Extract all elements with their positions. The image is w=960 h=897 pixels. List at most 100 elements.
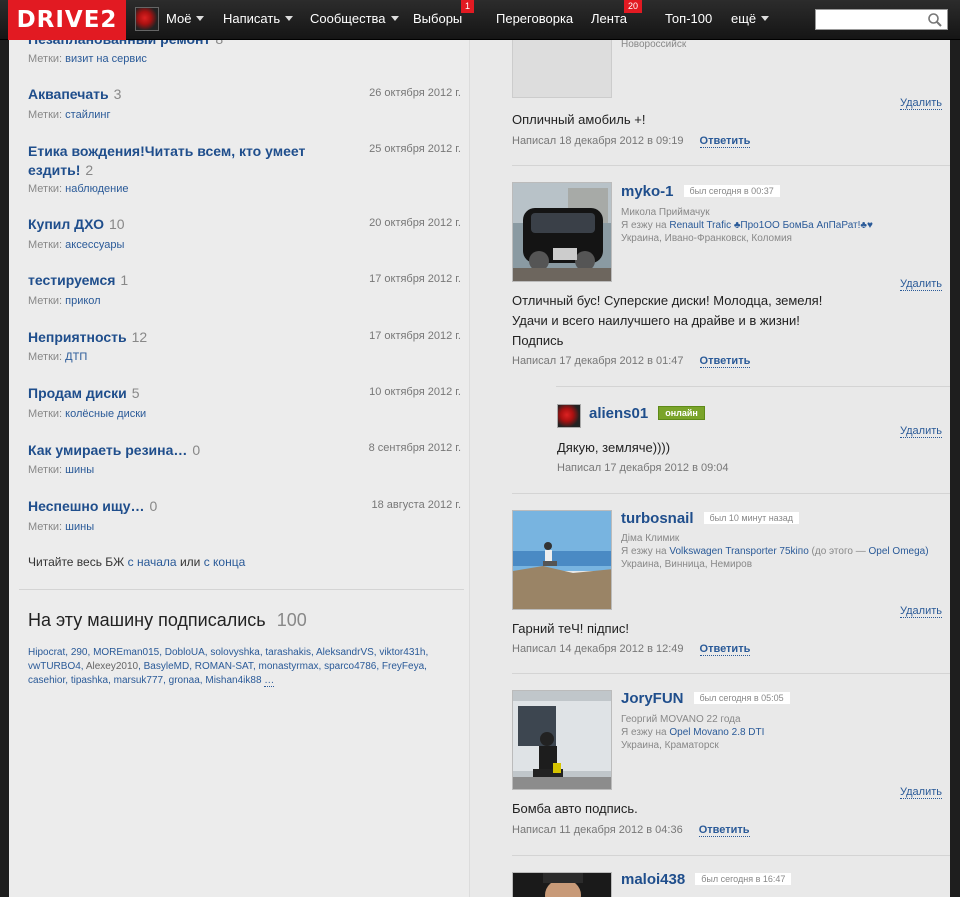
nav-more[interactable]: ещё bbox=[731, 0, 770, 40]
blog-post-title-text[interactable]: тестируемся bbox=[28, 272, 115, 288]
more-subscribers-link[interactable]: … bbox=[264, 675, 275, 687]
blog-post-title[interactable]: Неспешно ищу… 0 bbox=[28, 497, 338, 516]
subscriber-link[interactable]: sparco4786 bbox=[324, 661, 376, 672]
blog-post-title[interactable]: Купил ДХО 10 bbox=[28, 215, 338, 234]
nav-top100[interactable]: Топ-100 bbox=[665, 0, 712, 40]
subscriber-link[interactable]: solovyshka bbox=[210, 647, 259, 658]
blog-post-date: 25 октября 2012 г. bbox=[369, 143, 461, 155]
chevron-down-icon bbox=[285, 16, 294, 21]
username-link[interactable]: myko-1 bbox=[621, 183, 674, 200]
section-divider bbox=[19, 589, 464, 590]
tags-label: Метки: bbox=[28, 239, 63, 251]
blog-post-title-text[interactable]: Купил ДХО bbox=[28, 216, 104, 232]
subscriber-link[interactable]: ROMAN-SAT bbox=[195, 661, 253, 672]
blog-post-title-text[interactable]: Аквапечать bbox=[28, 86, 109, 102]
subscriber-link[interactable]: Mishan4ik88 bbox=[205, 675, 261, 686]
blog-post-title-text[interactable]: Неприятность bbox=[28, 329, 127, 345]
tag-link[interactable]: визит на сервис bbox=[65, 53, 147, 65]
comment-text: Опличный амобиль +! bbox=[512, 112, 646, 127]
reply-link[interactable]: Ответить bbox=[699, 355, 751, 368]
comment-avatar[interactable] bbox=[512, 40, 612, 98]
subscriber-link[interactable]: marsuk777 bbox=[114, 675, 163, 686]
subscribers-count: 100 bbox=[276, 610, 307, 630]
comment-avatar[interactable] bbox=[512, 690, 612, 790]
subscriber-link[interactable]: monastyrmax bbox=[259, 661, 319, 672]
subscriber-link[interactable]: MOREman015 bbox=[93, 647, 159, 658]
tag-link[interactable]: наблюдение bbox=[65, 183, 128, 195]
nav-elections[interactable]: Выборы bbox=[413, 0, 462, 40]
drive-label: Я езжу на bbox=[621, 546, 667, 557]
tag-link[interactable]: ДТП bbox=[65, 351, 87, 363]
site-logo[interactable]: DRIVE2 bbox=[8, 0, 126, 40]
blog-post-title[interactable]: Неприятность 12 bbox=[28, 328, 338, 347]
user-avatar[interactable] bbox=[135, 7, 159, 31]
subscriber-link[interactable]: DobloUA bbox=[165, 647, 205, 658]
delete-link[interactable]: Удалить bbox=[900, 786, 942, 799]
nav-write[interactable]: Написать bbox=[223, 0, 294, 40]
chevron-down-icon bbox=[761, 16, 770, 21]
comment-count: 0 bbox=[192, 442, 201, 458]
tag-link[interactable]: аксессуары bbox=[65, 239, 124, 251]
subscriber-link[interactable]: 290 bbox=[71, 647, 88, 658]
comment-avatar[interactable] bbox=[512, 182, 612, 282]
reply-avatar[interactable] bbox=[557, 404, 581, 428]
tag-link[interactable]: колёсные диски bbox=[65, 408, 146, 420]
tag-link[interactable]: стайлинг bbox=[65, 109, 110, 121]
subscriber-link[interactable]: casehior bbox=[28, 675, 65, 686]
blog-post-title[interactable]: Продам диски 5 bbox=[28, 384, 338, 403]
car-link[interactable]: Volkswagen Transporter 75kіпо bbox=[669, 546, 808, 557]
nav-feed[interactable]: Лента bbox=[591, 0, 627, 40]
comment-avatar[interactable] bbox=[512, 510, 612, 610]
reply-link[interactable]: Ответить bbox=[699, 643, 751, 656]
subscriber-link[interactable]: gronaa bbox=[169, 675, 200, 686]
nav-write-label: Написать bbox=[223, 11, 281, 26]
blog-post-title[interactable]: Как умираеть резина… 0 bbox=[28, 441, 338, 460]
delete-link[interactable]: Удалить bbox=[900, 605, 942, 618]
from-start-link[interactable]: с начала bbox=[128, 555, 177, 569]
delete-link[interactable]: Удалить bbox=[900, 97, 942, 110]
from-end-link[interactable]: с конца bbox=[204, 555, 246, 569]
search-icon[interactable] bbox=[927, 12, 943, 28]
blog-post-title-text[interactable]: Етика вождения!Читать всем, кто умеет ез… bbox=[28, 143, 305, 178]
delete-link[interactable]: Удалить bbox=[900, 278, 942, 291]
nav-my[interactable]: Моё bbox=[166, 0, 205, 40]
tags-label: Метки: bbox=[28, 464, 63, 476]
tag-link[interactable]: шины bbox=[65, 464, 94, 476]
subscriber-link[interactable]: BasyleMD bbox=[144, 661, 190, 672]
comment-count: 12 bbox=[131, 329, 148, 345]
blog-post-title-text[interactable]: Неспешно ищу… bbox=[28, 498, 145, 514]
subscriber-link[interactable]: tipashka bbox=[71, 675, 108, 686]
subscriber-link[interactable]: AleksandrVS bbox=[316, 647, 374, 658]
reply-link[interactable]: Ответить bbox=[699, 135, 751, 148]
subscriber-link[interactable]: Alexey2010 bbox=[86, 661, 138, 672]
tag-link[interactable]: шины bbox=[65, 521, 94, 533]
username-link[interactable]: turbosnail bbox=[621, 510, 694, 527]
subscriber-link[interactable]: viktor431h bbox=[379, 647, 425, 658]
blog-post-title[interactable]: Аквапечать 3 bbox=[28, 85, 338, 104]
username-link[interactable]: aliens01 bbox=[589, 405, 648, 422]
blog-post-title-text[interactable]: Продам диски bbox=[28, 385, 127, 401]
comment-user: aliens01 онлайн bbox=[589, 405, 705, 422]
reply-link[interactable]: Ответить bbox=[698, 824, 750, 837]
comment-count: 10 bbox=[109, 216, 125, 232]
subscriber-link[interactable]: Hipocrat bbox=[28, 647, 65, 658]
car-link[interactable]: Opel Movano 2.8 DTI bbox=[669, 727, 764, 738]
tag-link[interactable]: прикол bbox=[65, 295, 100, 307]
previous-car-link[interactable]: Opel Omega) bbox=[869, 546, 929, 557]
comment-divider bbox=[556, 386, 950, 387]
username-link[interactable]: JoryFUN bbox=[621, 690, 684, 707]
comment-avatar[interactable] bbox=[512, 872, 612, 897]
drive-label: Я езжу на bbox=[621, 220, 667, 231]
car-link[interactable]: Renault Trafic ♣Про1ОО БомБа АпПаРат!♣♥ bbox=[669, 220, 873, 231]
blog-post-title[interactable]: Етика вождения!Читать всем, кто умеет ез… bbox=[28, 142, 338, 180]
blog-post-title[interactable]: тестируемся 1 bbox=[28, 271, 338, 290]
tags-label: Метки: bbox=[28, 109, 63, 121]
subscriber-link[interactable]: tarashakis bbox=[265, 647, 311, 658]
nav-chat[interactable]: Переговорка bbox=[496, 0, 573, 40]
subscriber-link[interactable]: vwTURBO4 bbox=[28, 661, 81, 672]
username-link[interactable]: maloi438 bbox=[621, 871, 685, 888]
blog-post-title-text[interactable]: Как умираеть резина… bbox=[28, 442, 187, 458]
subscriber-link[interactable]: FreyFeya bbox=[382, 661, 424, 672]
nav-communities[interactable]: Сообщества bbox=[310, 0, 399, 40]
delete-link[interactable]: Удалить bbox=[900, 425, 942, 438]
